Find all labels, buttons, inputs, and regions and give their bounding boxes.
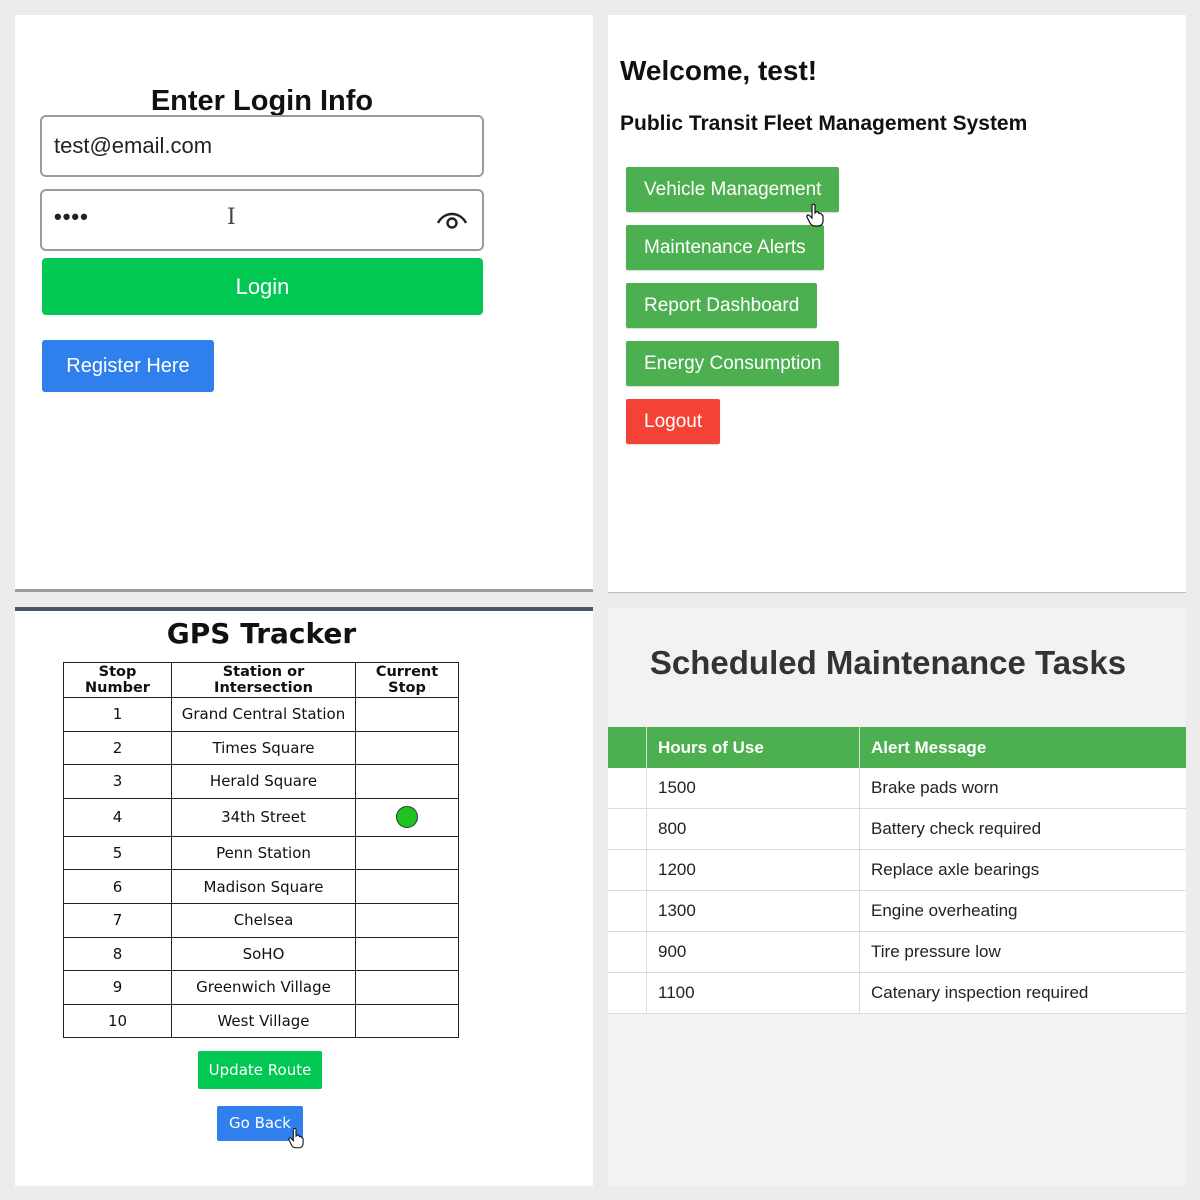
table-row: 1100 Catenary inspection required	[608, 972, 1186, 1014]
maintenance-panel: Scheduled Maintenance Tasks Hours of Use…	[608, 608, 1186, 1186]
stop-number-cell: 6	[63, 869, 172, 904]
hours-cell: 1300	[646, 890, 860, 932]
station-cell: 34th Street	[171, 797, 356, 837]
current-stop-cell	[355, 869, 459, 904]
password-field[interactable]: •••• I	[40, 189, 484, 251]
station-cell: West Village	[171, 1003, 356, 1039]
table-row: 9 Greenwich Village	[63, 970, 459, 1005]
table-row: 900 Tire pressure low	[608, 931, 1186, 973]
station-cell: Madison Square	[171, 869, 356, 904]
hours-cell: 1200	[646, 849, 860, 891]
current-stop-cell	[355, 764, 459, 799]
maintenance-title: Scheduled Maintenance Tasks	[649, 644, 1127, 681]
stop-number-cell: 2	[63, 730, 172, 766]
login-title: Enter Login Info	[150, 85, 374, 117]
station-cell: Chelsea	[171, 902, 356, 938]
table-row: 1300 Engine overheating	[608, 890, 1186, 932]
gps-tracker-panel: GPS Tracker Stop Number Station or Inter…	[15, 607, 593, 1186]
header-hours-of-use: Hours of Use	[646, 727, 860, 768]
table-row: 10 West Village	[63, 1003, 459, 1039]
table-row: 3 Herald Square	[63, 764, 459, 799]
report-dashboard-button[interactable]: Report Dashboard	[626, 283, 818, 328]
table-row: 6 Madison Square	[63, 869, 459, 904]
blank-cell	[608, 768, 647, 809]
alert-message-cell: Engine overheating	[859, 890, 1186, 932]
update-route-button[interactable]: Update Route	[198, 1051, 322, 1089]
gps-stops-table: Stop Number Station or Intersection Curr…	[63, 662, 459, 1039]
stop-number-cell: 8	[63, 936, 172, 972]
system-subtitle: Public Transit Fleet Management System	[620, 112, 1028, 135]
alert-message-cell: Battery check required	[859, 808, 1186, 850]
station-cell: Herald Square	[171, 764, 356, 799]
current-stop-cell	[355, 936, 459, 972]
header-blank	[608, 727, 647, 768]
blank-cell	[608, 972, 647, 1014]
table-row: 1500 Brake pads worn	[608, 768, 1186, 809]
stop-number-cell: 3	[63, 764, 172, 799]
text-cursor-icon: I	[227, 205, 236, 230]
station-cell: Grand Central Station	[171, 697, 356, 732]
gps-title: GPS Tracker	[166, 617, 357, 650]
station-cell: Greenwich Village	[171, 970, 356, 1005]
show-password-eye-icon[interactable]	[436, 207, 468, 236]
table-row: 1 Grand Central Station	[63, 697, 459, 732]
stop-number-cell: 10	[63, 1003, 172, 1039]
table-row: 2 Times Square	[63, 730, 459, 766]
blank-cell	[608, 931, 647, 973]
maintenance-table: Hours of Use Alert Message 1500 Brake pad…	[608, 727, 1186, 1014]
blank-cell	[608, 808, 647, 850]
dashboard-panel: Welcome, test! Public Transit Fleet Mana…	[608, 15, 1186, 593]
alert-message-cell: Brake pads worn	[859, 768, 1186, 809]
station-cell: SoHO	[171, 936, 356, 972]
stop-number-cell: 5	[63, 835, 172, 871]
table-header-row: Stop Number Station or Intersection Curr…	[63, 662, 459, 698]
current-stop-cell	[355, 970, 459, 1005]
current-stop-cell	[355, 835, 459, 871]
current-stop-cell	[355, 1003, 459, 1039]
hours-cell: 800	[646, 808, 860, 850]
stop-number-cell: 1	[63, 697, 172, 732]
table-row: 1200 Replace axle bearings	[608, 849, 1186, 891]
energy-consumption-button[interactable]: Energy Consumption	[626, 341, 840, 386]
hand-pointer-icon	[806, 203, 824, 232]
table-row: 7 Chelsea	[63, 902, 459, 938]
login-button[interactable]: Login	[42, 258, 483, 315]
table-row: 8 SoHO	[63, 936, 459, 972]
header-station: Station or Intersection	[171, 662, 356, 698]
alert-message-cell: Replace axle bearings	[859, 849, 1186, 891]
blank-cell	[608, 849, 647, 891]
hours-cell: 1100	[646, 972, 860, 1014]
header-current-stop: Current Stop	[355, 662, 459, 698]
current-stop-cell	[355, 902, 459, 938]
stop-number-cell: 4	[63, 797, 172, 837]
hours-cell: 1500	[646, 768, 860, 809]
login-panel: Enter Login Info test@email.com •••• I L…	[15, 15, 593, 592]
maintenance-alerts-button[interactable]: Maintenance Alerts	[626, 225, 824, 270]
blank-cell	[608, 890, 647, 932]
register-button[interactable]: Register Here	[42, 340, 214, 392]
table-header-row: Hours of Use Alert Message	[608, 727, 1186, 768]
station-cell: Penn Station	[171, 835, 356, 871]
current-stop-indicator-icon	[396, 806, 418, 829]
hand-pointer-icon	[288, 1127, 304, 1154]
current-stop-cell	[355, 697, 459, 732]
stop-number-cell: 9	[63, 970, 172, 1005]
hours-cell: 900	[646, 931, 860, 973]
table-row: 5 Penn Station	[63, 835, 459, 871]
alert-message-cell: Catenary inspection required	[859, 972, 1186, 1014]
welcome-heading: Welcome, test!	[620, 55, 818, 86]
logout-button[interactable]: Logout	[626, 399, 721, 444]
alert-message-cell: Tire pressure low	[859, 931, 1186, 973]
stop-number-cell: 7	[63, 902, 172, 938]
station-cell: Times Square	[171, 730, 356, 766]
email-field[interactable]: test@email.com	[40, 115, 484, 177]
current-stop-cell	[355, 730, 459, 766]
header-stop-number: Stop Number	[63, 662, 172, 698]
current-stop-cell	[355, 797, 459, 837]
password-value: ••••	[54, 204, 89, 229]
email-value: test@email.com	[54, 133, 213, 158]
table-row: 800 Battery check required	[608, 808, 1186, 850]
header-alert-message: Alert Message	[859, 727, 1186, 768]
table-row: 4 34th Street	[63, 797, 459, 837]
